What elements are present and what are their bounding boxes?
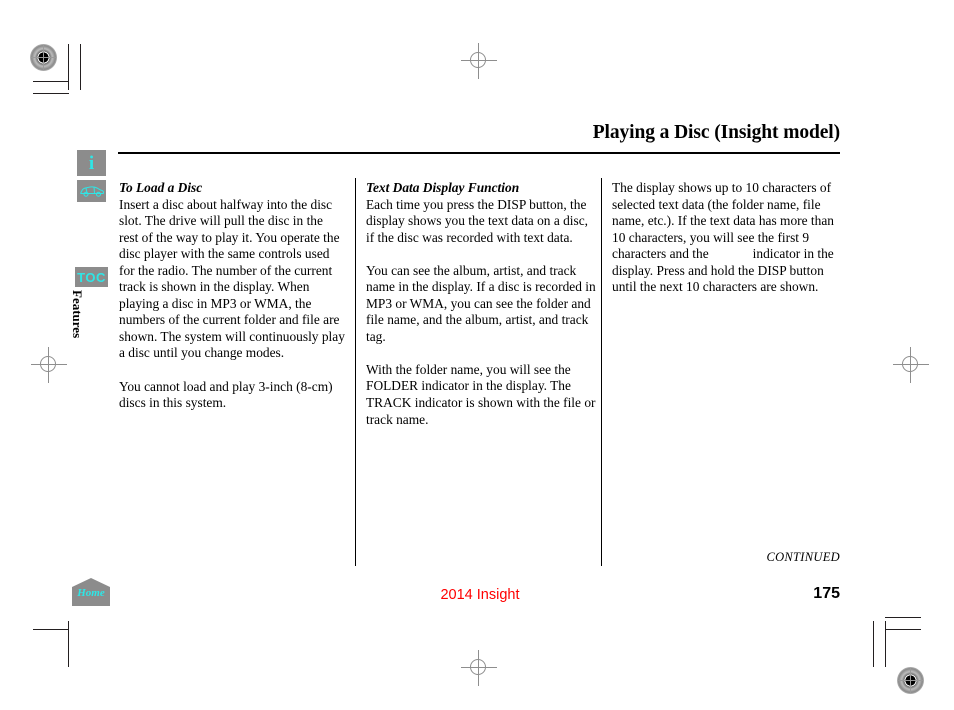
column-divider-2: [601, 178, 602, 566]
crop-mark-top-left-horizontal-outer: [33, 93, 69, 94]
crop-mark-bottom-right-vertical: [885, 621, 886, 667]
column-2-subhead: Text Data Display Function: [366, 180, 520, 195]
column-1-body: To Load a Disc Insert a disc about halfwa…: [119, 180, 345, 362]
crop-mark-bottom-right-horizontal: [885, 629, 921, 630]
crop-mark-bottom-right-horizontal-outer: [885, 617, 921, 618]
registration-target-top-left: [30, 44, 57, 71]
text-column-2: Text Data Display Function Each time you …: [366, 180, 596, 428]
column-2-paragraph-1: Each time you press the DISP button, the…: [366, 196, 589, 245]
home-button[interactable]: Home: [72, 578, 110, 606]
column-1-paragraph-2: You cannot load and play 3-inch (8-cm) d…: [119, 378, 333, 411]
text-column-3: The display shows up to 10 characters of…: [612, 180, 840, 296]
registration-crosshair-left-middle: [31, 347, 67, 383]
column-2-paragraph-2: You can see the album, artist, and track…: [366, 262, 596, 344]
info-icon[interactable]: i: [77, 150, 106, 176]
column-3-paragraph-1: The display shows up to 10 characters of…: [612, 180, 840, 296]
text-column-1: To Load a Disc Insert a disc about halfwa…: [119, 180, 345, 412]
registration-crosshair-top-center: [461, 43, 497, 79]
vehicle-icon[interactable]: [77, 180, 106, 202]
info-icon-glyph: i: [88, 152, 95, 174]
crop-mark-bottom-left-horizontal: [33, 629, 69, 630]
column-2-body: Text Data Display Function Each time you …: [366, 180, 596, 246]
registration-target-bottom-right: [897, 667, 924, 694]
column-1-subhead: To Load a Disc: [119, 180, 203, 195]
toc-icon[interactable]: TOC: [75, 267, 108, 287]
column-2-paragraph-3: With the folder name, you will see the F…: [366, 361, 596, 427]
document-page: i TOC Features Home Playing a Disc (Insi…: [0, 0, 954, 710]
page-number: 175: [813, 585, 840, 602]
home-button-label: Home: [77, 587, 105, 599]
registration-crosshair-right-middle: [893, 347, 929, 383]
registration-crosshair-bottom-center: [461, 650, 497, 686]
column-1-paragraph-1: Insert a disc about halfway into the dis…: [119, 196, 345, 361]
crop-mark-top-left-vertical-outer: [80, 44, 81, 90]
page-title: Playing a Disc (Insight model): [592, 122, 840, 143]
title-divider-rule: [118, 152, 840, 154]
continued-label: CONTINUED: [766, 550, 840, 564]
crop-mark-top-left-vertical: [68, 44, 69, 90]
crop-mark-bottom-left-vertical: [68, 621, 69, 667]
column-divider-1: [355, 178, 356, 566]
model-year-label: 2014 Insight: [440, 587, 520, 603]
section-label-features: Features: [70, 290, 85, 339]
crop-mark-top-left-horizontal: [33, 81, 69, 82]
crop-mark-bottom-right-vertical-outer: [873, 621, 874, 667]
toc-icon-label: TOC: [77, 269, 106, 285]
